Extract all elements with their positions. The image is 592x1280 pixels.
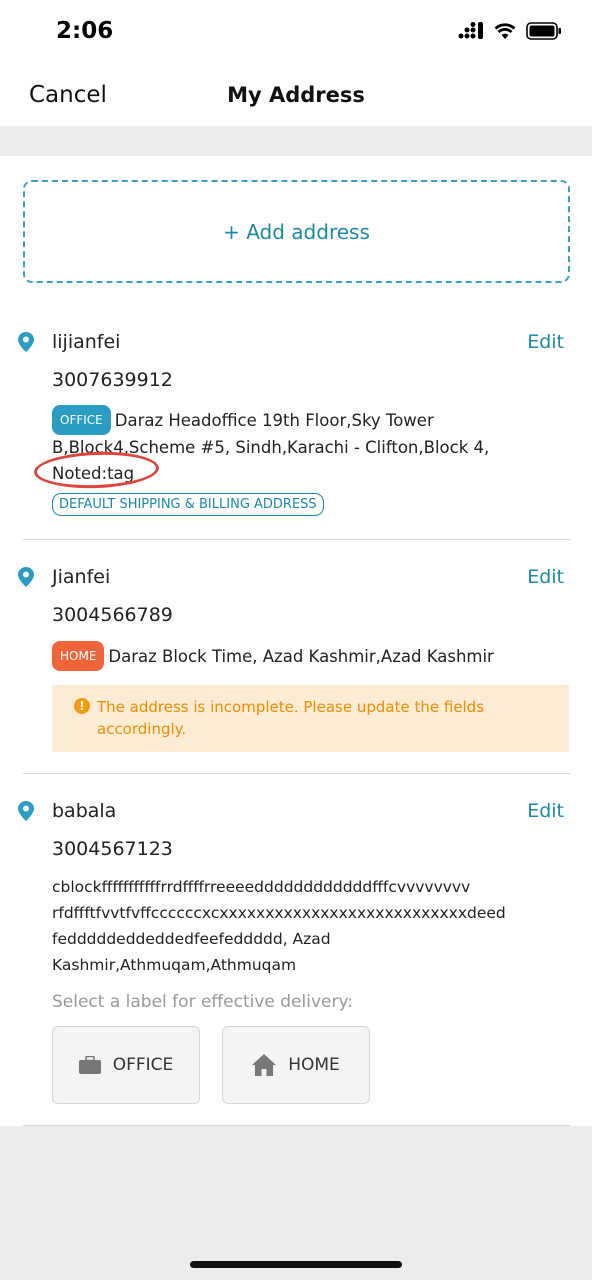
office-label-button[interactable]: OFFICE (52, 1026, 200, 1104)
divider (23, 539, 570, 540)
address-phone: 3004566789 (52, 604, 173, 626)
warning-text: The address is incomplete. Please update… (97, 698, 485, 738)
nav-bar: Cancel My Address (0, 64, 592, 126)
location-pin-icon (18, 801, 34, 821)
address-line: Kashmir,Athmuqam,Athmuqam (52, 956, 297, 974)
warning-icon: ! (74, 698, 90, 714)
address-line: fedddddeddeddedfeefeddddd, Azad (52, 930, 331, 948)
status-time: 2:06 (56, 18, 114, 44)
incomplete-address-warning: ! The address is incomplete. Please upda… (52, 685, 569, 752)
wifi-icon (494, 22, 516, 39)
divider (23, 773, 570, 774)
office-label: OFFICE (112, 1055, 174, 1075)
address-name: lijianfei (52, 331, 121, 353)
home-tag: HOME (52, 641, 105, 671)
home-label: HOME (288, 1055, 340, 1075)
address-list: + Add address lijianfei Edit 3007639912 … (0, 156, 592, 1126)
address-line: rfdffftfvvtfvffccccccxcxxxxxxxxxxxxxxxxx… (52, 904, 506, 922)
address-line: Daraz Block Time, Azad Kashmir,Azad Kash… (108, 647, 494, 666)
location-pin-icon (18, 332, 34, 352)
address-text: HOME Daraz Block Time, Azad Kashmir,Azad … (52, 641, 552, 671)
address-text: cblockfffffffffffrrdffffrreeeedddddddddd… (52, 874, 552, 978)
edit-button[interactable]: Edit (527, 331, 564, 353)
divider (23, 1125, 570, 1126)
default-address-badge: DEFAULT SHIPPING & BILLING ADDRESS (52, 493, 324, 516)
add-address-button[interactable]: + Add address (23, 180, 570, 283)
edit-button[interactable]: Edit (527, 566, 564, 588)
page-title: My Address (227, 83, 365, 107)
label-prompt: Select a label for effective delivery: (52, 992, 354, 1012)
address-line: Daraz Headoffice 19th Floor,Sky Tower B,… (52, 411, 490, 457)
status-bar: 2:06 (0, 0, 592, 64)
briefcase-icon (78, 1056, 101, 1074)
home-label-button[interactable]: HOME (222, 1026, 370, 1104)
battery-icon (526, 22, 561, 40)
signal-icon (458, 22, 483, 39)
address-name: babala (52, 800, 117, 822)
edit-button[interactable]: Edit (527, 800, 564, 822)
home-icon (252, 1054, 277, 1076)
home-indicator (190, 1261, 402, 1268)
office-tag: OFFICE (52, 405, 111, 435)
address-phone: 3004567123 (52, 838, 173, 860)
address-name: Jianfei (52, 566, 111, 588)
status-icons (458, 22, 562, 40)
location-pin-icon (18, 567, 34, 587)
address-phone: 3007639912 (52, 369, 173, 391)
address-line: cblockfffffffffffrrdffffrreeeedddddddddd… (52, 878, 471, 896)
